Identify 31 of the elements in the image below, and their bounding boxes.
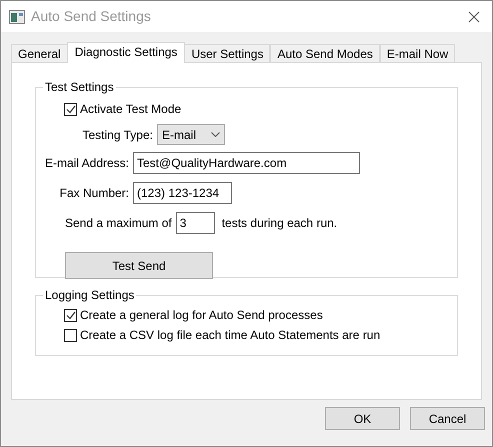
checkbox[interactable] — [64, 328, 77, 342]
fax-field[interactable]: (123) 123-1234 — [133, 182, 232, 204]
group-title: Logging Settings — [44, 287, 136, 304]
tab[interactable]: Diagnostic Settings — [66, 42, 186, 63]
chevron-down-icon — [211, 132, 220, 137]
tab[interactable]: General — [11, 44, 68, 62]
dialog-button[interactable]: Cancel — [410, 407, 485, 430]
dialog-button[interactable]: OK — [325, 407, 400, 430]
checkbox[interactable] — [64, 308, 77, 322]
checkmark-icon — [66, 310, 76, 320]
checkbox[interactable] — [64, 102, 77, 116]
test-send-button[interactable]: Test Send — [65, 252, 213, 279]
field-label: E-mail Address: — [44, 155, 130, 172]
group-title: Test Settings — [44, 79, 115, 96]
app-icon — [9, 10, 25, 24]
testing-type-dropdown[interactable]: E-mail — [157, 124, 225, 145]
checkbox-label: Create a CSV log file each time Auto Statements are run — [80, 327, 380, 344]
checkbox-label: Create a general log for Auto Send processes — [80, 307, 323, 324]
tab[interactable]: User Settings — [184, 44, 270, 62]
checkmark-icon — [66, 104, 76, 114]
field-label: Send a maximum of — [65, 215, 172, 232]
maximum-tests-field[interactable]: 3 — [176, 212, 215, 234]
tab[interactable]: E-mail Now — [380, 44, 456, 62]
close-icon[interactable] — [468, 10, 480, 22]
field-suffix: tests during each run. — [222, 215, 338, 232]
field-label: Fax Number: — [58, 185, 130, 202]
checkbox-label: Activate Test Mode — [80, 101, 182, 118]
tab[interactable]: Auto Send Modes — [270, 44, 380, 62]
email-field[interactable]: Test@QualityHardware.com — [133, 152, 360, 174]
window-title: Auto Send Settings — [31, 7, 151, 26]
field-label: Testing Type: — [82, 126, 154, 144]
